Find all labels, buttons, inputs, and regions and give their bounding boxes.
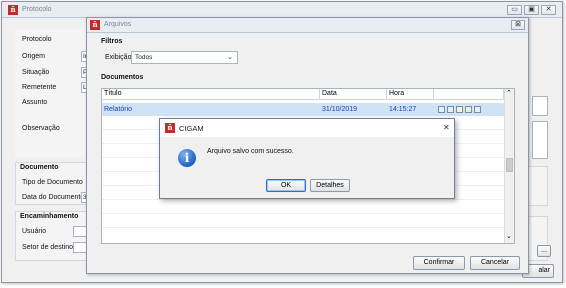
exibicao-select[interactable]: Todos ⌄ — [131, 51, 238, 64]
edit-icon[interactable] — [456, 106, 463, 113]
delete-icon[interactable] — [474, 106, 481, 113]
protocolo-fields-group — [15, 29, 90, 157]
ok-button[interactable]: OK — [266, 179, 306, 192]
encaminhamento-header: Encaminhamento — [20, 213, 79, 220]
cigam-logo-icon: ñ — [165, 123, 175, 133]
scroll-up-arrow-icon[interactable]: ⌃ — [506, 89, 512, 97]
exibicao-label: Exibição — [105, 54, 132, 61]
confirmar-button[interactable]: Confirmar — [413, 256, 465, 270]
filtros-header: Filtros — [101, 38, 123, 45]
arquivos-titlebar: ñ Arquivos ⊠ — [87, 18, 528, 33]
dialog-message: Arquivo salvo com sucesso. — [207, 148, 294, 155]
setor-destino-label: Setor de destino — [22, 244, 73, 251]
dialog-title: CIGAM — [179, 124, 204, 133]
situacao-label: Situação — [22, 69, 50, 76]
grid-line — [102, 213, 504, 214]
table-row[interactable]: Relatório 31/10/2019 14:15:27 — [102, 103, 504, 116]
cigam-dialog: ñ CIGAM ✕ i Arquivo salvo com sucesso. O… — [159, 118, 455, 199]
column-header-data[interactable]: Data — [320, 89, 387, 100]
protocolo-label: Protocolo — [22, 36, 52, 43]
confirmar-label: Confirmar — [423, 259, 455, 266]
detalhes-label: Detalhes — [316, 182, 344, 189]
grid-line — [102, 199, 504, 200]
assunto-label: Assunto — [22, 99, 48, 106]
dialog-titlebar: ñ CIGAM ✕ — [160, 119, 454, 137]
export-icon[interactable] — [465, 106, 472, 113]
data-documento-label: Data do Documento — [22, 194, 85, 201]
observacao-label: Observação — [22, 125, 60, 132]
scrollbar-thumb[interactable] — [506, 158, 513, 172]
protocolo-titlebar: ñ Protocolo ▭ ▣ ✕ — [2, 2, 562, 18]
column-header-titulo[interactable]: Título — [102, 89, 320, 100]
minimize-button[interactable]: ▭ — [507, 5, 522, 15]
scroll-down-arrow-icon[interactable]: ⌄ — [506, 232, 512, 240]
usuario-label: Usuário — [22, 228, 47, 235]
documento-header: Documento — [20, 164, 59, 171]
column-header-hora[interactable]: Hora — [387, 89, 434, 100]
origem-label: Origem — [22, 53, 45, 60]
cell-data: 31/10/2019 — [322, 106, 358, 113]
detalhes-button[interactable]: Detalhes — [310, 179, 350, 192]
assunto-field-right[interactable] — [532, 96, 548, 116]
info-icon: i — [178, 149, 196, 167]
cancelar-button[interactable]: Cancelar — [470, 256, 520, 270]
observacao-field-right[interactable] — [532, 121, 548, 159]
cell-titulo: Relatório — [104, 106, 133, 113]
dialog-close-icon[interactable]: ✕ — [443, 123, 450, 132]
cigam-logo-icon: ñ — [8, 5, 18, 15]
view-file-icon[interactable] — [438, 106, 445, 113]
arquivos-title: Arquivos — [104, 21, 132, 28]
column-header-actions — [434, 89, 504, 100]
cancelar-label: Cancelar — [480, 259, 509, 266]
documentos-header: Documentos — [101, 74, 144, 81]
table-scrollbar[interactable]: ⌃ ⌄ — [504, 89, 514, 243]
remetente-label: Remetente — [22, 84, 57, 91]
dialog-body: i Arquivo salvo com sucesso. OK Detalhes — [160, 137, 454, 198]
cigam-logo-icon: ñ — [90, 20, 100, 30]
chevron-down-icon: ⌄ — [227, 54, 233, 61]
arquivos-close-button[interactable]: ⊠ — [511, 20, 525, 30]
exibicao-select-value: Todos — [135, 54, 153, 61]
ellipsis-button[interactable]: ... — [537, 245, 551, 257]
close-button[interactable]: ✕ — [541, 5, 556, 15]
ok-label: OK — [280, 182, 292, 189]
grid-line — [102, 227, 504, 228]
document-icon[interactable] — [447, 106, 454, 113]
maximize-button[interactable]: ▣ — [524, 5, 539, 15]
protocolo-title: Protocolo — [22, 6, 52, 13]
tipo-documento-label: Tipo de Documento — [22, 179, 83, 186]
cell-hora: 14:15:27 — [389, 106, 417, 113]
fechar-label-partial: alar — [538, 267, 550, 274]
